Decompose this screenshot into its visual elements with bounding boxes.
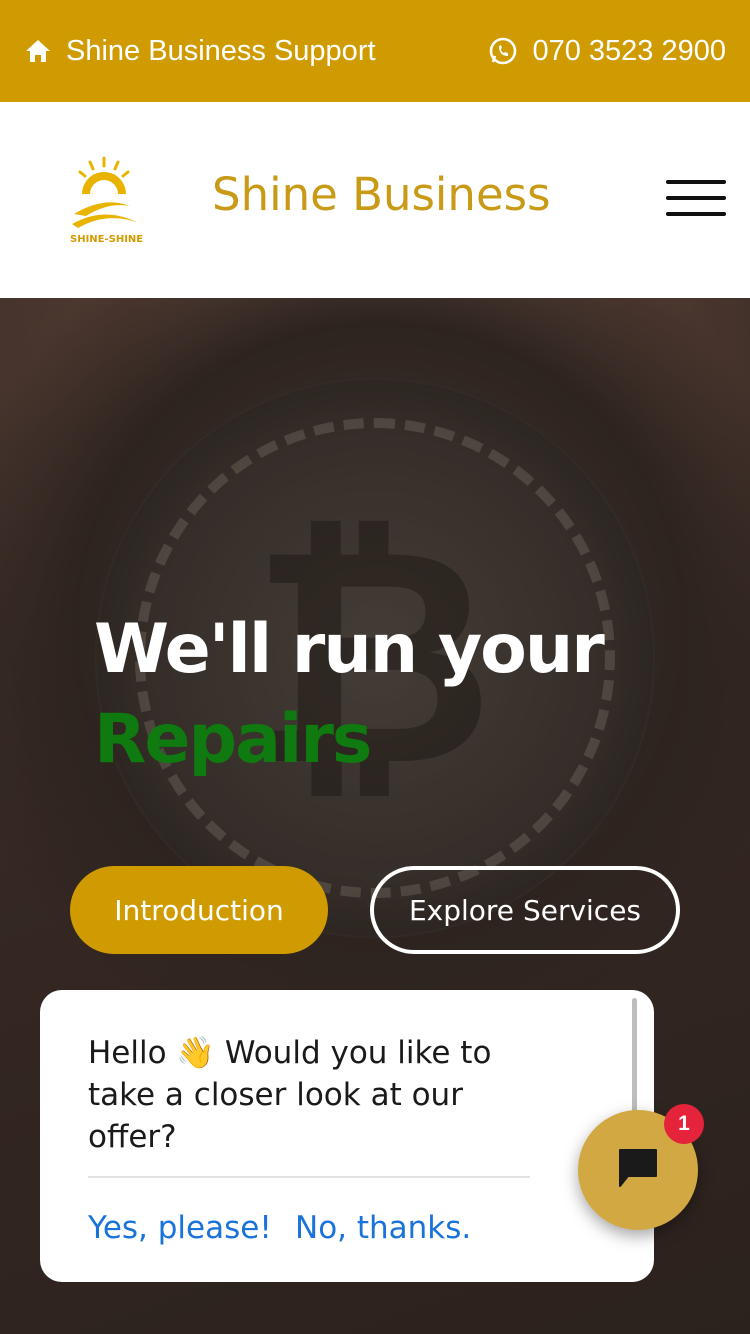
headline-line1: We'll run your [94,610,605,689]
no-thanks-link[interactable]: No, thanks. [295,1210,471,1246]
logo-text: SHINE-SHINE [70,234,144,245]
popup-scrollbar[interactable] [632,998,637,1128]
home-icon [24,38,52,64]
chat-bubble-icon [616,1146,660,1195]
hero-headline: We'll run your Repairs [94,610,605,779]
phone-link[interactable]: 070 3523 2900 [488,35,726,68]
headline-line2: Repairs [94,700,372,779]
popup-message: Hello 👋 Would you like to take a closer … [88,1035,492,1155]
phone-number: 070 3523 2900 [532,34,726,67]
popup-divider [88,1176,530,1178]
notification-badge: 1 [664,1104,704,1144]
introduction-button[interactable]: Introduction [70,866,328,954]
explore-services-button[interactable]: Explore Services [370,866,680,954]
support-link[interactable]: Shine Business Support [24,35,376,68]
brand-name[interactable]: Shine Business [212,168,551,221]
top-bar: Shine Business Support 070 3523 2900 [0,0,750,102]
whatsapp-icon [488,36,518,66]
chat-popup: Hello 👋 Would you like to take a closer … [40,990,654,1282]
yes-please-link[interactable]: Yes, please! [88,1210,272,1246]
hamburger-menu-icon[interactable] [666,180,726,216]
support-label: Shine Business Support [66,34,376,67]
site-header: SHINE-SHINE Shine Business [0,102,750,298]
